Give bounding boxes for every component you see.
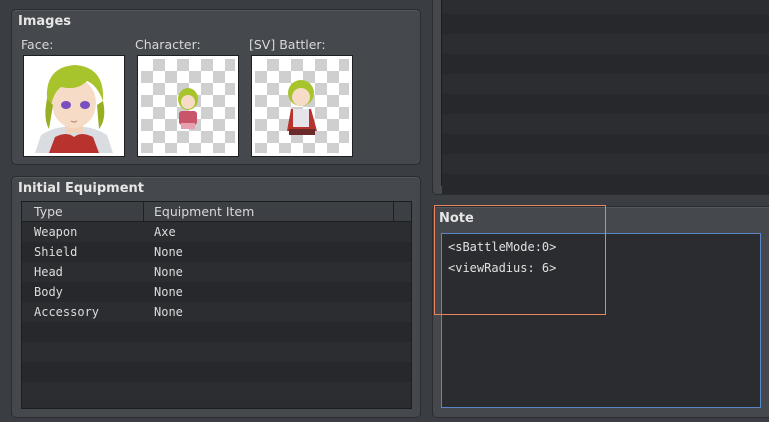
equipment-type-cell: Accessory: [34, 305, 100, 319]
table-row[interactable]: [22, 382, 411, 402]
equipment-table-header: Type Equipment Item: [22, 202, 411, 222]
traits-list[interactable]: [441, 0, 769, 194]
equipment-type-cell: Head: [34, 265, 63, 279]
note-line: <sBattleMode:0>: [448, 240, 557, 254]
face-image[interactable]: [23, 55, 125, 157]
table-row[interactable]: [22, 342, 411, 362]
list-row[interactable]: [442, 174, 769, 194]
table-row[interactable]: Weapon Axe: [22, 222, 411, 242]
face-label: Face:: [21, 37, 54, 52]
list-row[interactable]: [442, 154, 769, 174]
images-title: Images: [18, 14, 72, 29]
character-sprite: [141, 59, 235, 153]
table-row[interactable]: Accessory None: [22, 302, 411, 322]
character-label: Character:: [135, 37, 201, 52]
table-row[interactable]: Head None: [22, 262, 411, 282]
list-row[interactable]: [442, 14, 769, 34]
note-title: Note: [439, 211, 474, 226]
equipment-item-cell: Axe: [154, 225, 176, 239]
note-textarea[interactable]: <sBattleMode:0> <viewRadius: 6>: [441, 233, 761, 408]
equipment-type-cell: Shield: [34, 245, 78, 259]
list-row[interactable]: [442, 94, 769, 114]
face-portrait: [27, 59, 121, 153]
equipment-type-cell: Body: [34, 285, 63, 299]
equipment-item-cell: None: [154, 285, 183, 299]
list-row[interactable]: [442, 134, 769, 154]
table-row[interactable]: [22, 362, 411, 382]
equipment-type-cell: Weapon: [34, 225, 78, 239]
column-type-header[interactable]: Type: [34, 204, 63, 219]
column-divider: [393, 202, 394, 221]
equipment-item-cell: None: [154, 245, 183, 259]
equipment-item-cell: None: [154, 265, 183, 279]
list-row[interactable]: [442, 114, 769, 134]
note-line: <viewRadius: 6>: [448, 261, 557, 275]
images-panel: Images Face: Character: [SV] Battler:: [11, 9, 421, 165]
character-image[interactable]: [137, 55, 239, 157]
table-row[interactable]: Body None: [22, 282, 411, 302]
battler-image[interactable]: [251, 55, 353, 157]
table-row[interactable]: [22, 322, 411, 342]
column-item-header[interactable]: Equipment Item: [154, 204, 254, 219]
list-row[interactable]: [442, 74, 769, 94]
table-row[interactable]: Shield None: [22, 242, 411, 262]
equipment-table[interactable]: Type Equipment Item Weapon Axe Shield None H…: [21, 201, 412, 409]
list-row[interactable]: [442, 34, 769, 54]
list-row[interactable]: [442, 0, 769, 14]
column-divider: [143, 202, 144, 221]
battler-sprite: [255, 59, 349, 153]
list-row[interactable]: [442, 54, 769, 74]
battler-label: [SV] Battler:: [249, 37, 326, 52]
equipment-title: Initial Equipment: [18, 181, 145, 196]
equipment-item-cell: None: [154, 305, 183, 319]
